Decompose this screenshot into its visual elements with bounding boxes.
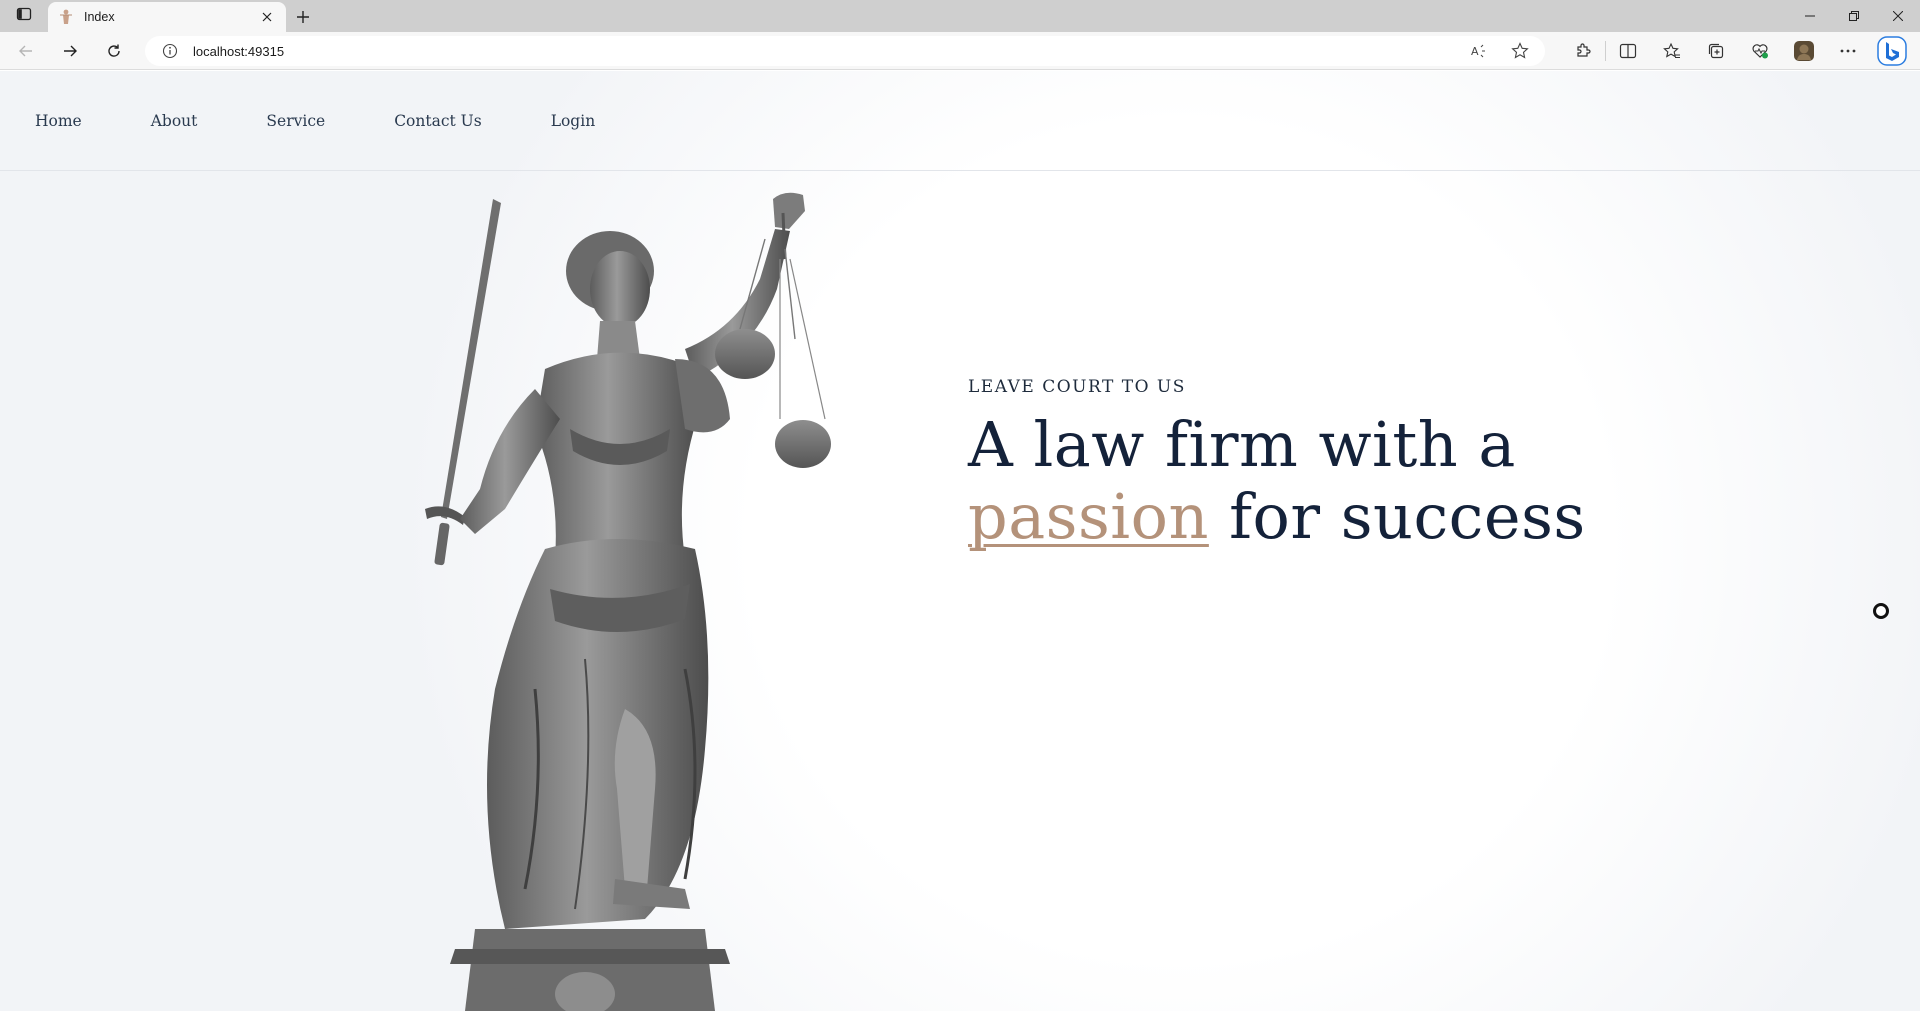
- site-navigation: Home About Service Contact Us Login: [0, 71, 1920, 171]
- close-tab-button[interactable]: [258, 8, 276, 26]
- close-icon: [262, 12, 272, 22]
- puzzle-icon: [1577, 43, 1591, 57]
- nav-about-link[interactable]: About: [151, 112, 198, 130]
- headline-line-2: for success: [1208, 480, 1586, 553]
- browser-health-button[interactable]: [1738, 35, 1782, 67]
- tab-strip: Index: [0, 0, 1920, 32]
- headline-accent: passion: [968, 480, 1209, 553]
- svg-text:A: A: [1471, 45, 1479, 58]
- plus-icon: [297, 11, 309, 23]
- close-window-button[interactable]: [1876, 0, 1920, 32]
- nav-service-link[interactable]: Service: [266, 112, 325, 130]
- window-controls: [1788, 0, 1920, 32]
- info-icon[interactable]: [161, 42, 179, 60]
- avatar-icon: [1794, 41, 1814, 61]
- add-favorite-button[interactable]: [1507, 38, 1533, 64]
- profile-button[interactable]: [1782, 35, 1826, 67]
- lady-justice-statue-image: [425, 192, 831, 1011]
- hero-headline: A law firm with a passion for success: [968, 409, 1586, 553]
- refresh-button[interactable]: [96, 35, 132, 67]
- tab-title: Index: [84, 10, 115, 24]
- cursor-ring: [1873, 603, 1889, 619]
- nav-contact-link[interactable]: Contact Us: [394, 112, 482, 130]
- extensions-button[interactable]: [1561, 35, 1605, 67]
- address-bar[interactable]: localhost:49315 A: [145, 36, 1545, 66]
- back-button[interactable]: [8, 35, 44, 67]
- split-screen-icon: [1619, 43, 1637, 59]
- arrow-right-icon: [64, 45, 77, 56]
- web-page: Home About Service Contact Us Login LEAV…: [0, 71, 1920, 1011]
- page-bottom-strip: [0, 1011, 1920, 1030]
- favorites-button[interactable]: [1650, 35, 1694, 67]
- split-screen-button[interactable]: [1606, 35, 1650, 67]
- favorites-icon: [1663, 42, 1680, 59]
- collections-icon: [1708, 43, 1724, 59]
- sidebar-toggle-icon: [16, 6, 32, 26]
- bing-icon: [1877, 36, 1907, 66]
- justice-favicon-icon: [58, 9, 74, 25]
- nav-home-link[interactable]: Home: [35, 112, 82, 130]
- read-aloud-button[interactable]: A: [1467, 38, 1493, 64]
- browser-toolbar: localhost:49315 A: [0, 32, 1920, 70]
- forward-button[interactable]: [52, 35, 88, 67]
- collections-button[interactable]: [1694, 35, 1738, 67]
- minimize-button[interactable]: [1788, 0, 1832, 32]
- browser-tab[interactable]: Index: [48, 2, 286, 32]
- more-icon: [1840, 49, 1856, 53]
- star-icon: [1511, 42, 1529, 59]
- url-text: localhost:49315: [193, 43, 285, 59]
- toolbar-right: [1561, 32, 1920, 70]
- headline-line-1: A law firm with a: [968, 408, 1516, 481]
- refresh-icon: [108, 44, 120, 57]
- hero-eyebrow: LEAVE COURT TO US: [968, 377, 1186, 397]
- nav-login-link[interactable]: Login: [551, 112, 596, 130]
- more-options-button[interactable]: [1826, 35, 1870, 67]
- read-aloud-icon: A: [1471, 44, 1485, 58]
- address-bar-actions: A: [1467, 36, 1533, 66]
- restore-button[interactable]: [1832, 0, 1876, 32]
- heart-icon: [1752, 44, 1768, 59]
- hero-text: LEAVE COURT TO US A law firm with a pass…: [968, 377, 1586, 553]
- copilot-button[interactable]: [1870, 35, 1914, 67]
- new-tab-button[interactable]: [286, 2, 320, 32]
- tab-actions-button[interactable]: [0, 0, 48, 32]
- arrow-left-icon: [19, 45, 32, 56]
